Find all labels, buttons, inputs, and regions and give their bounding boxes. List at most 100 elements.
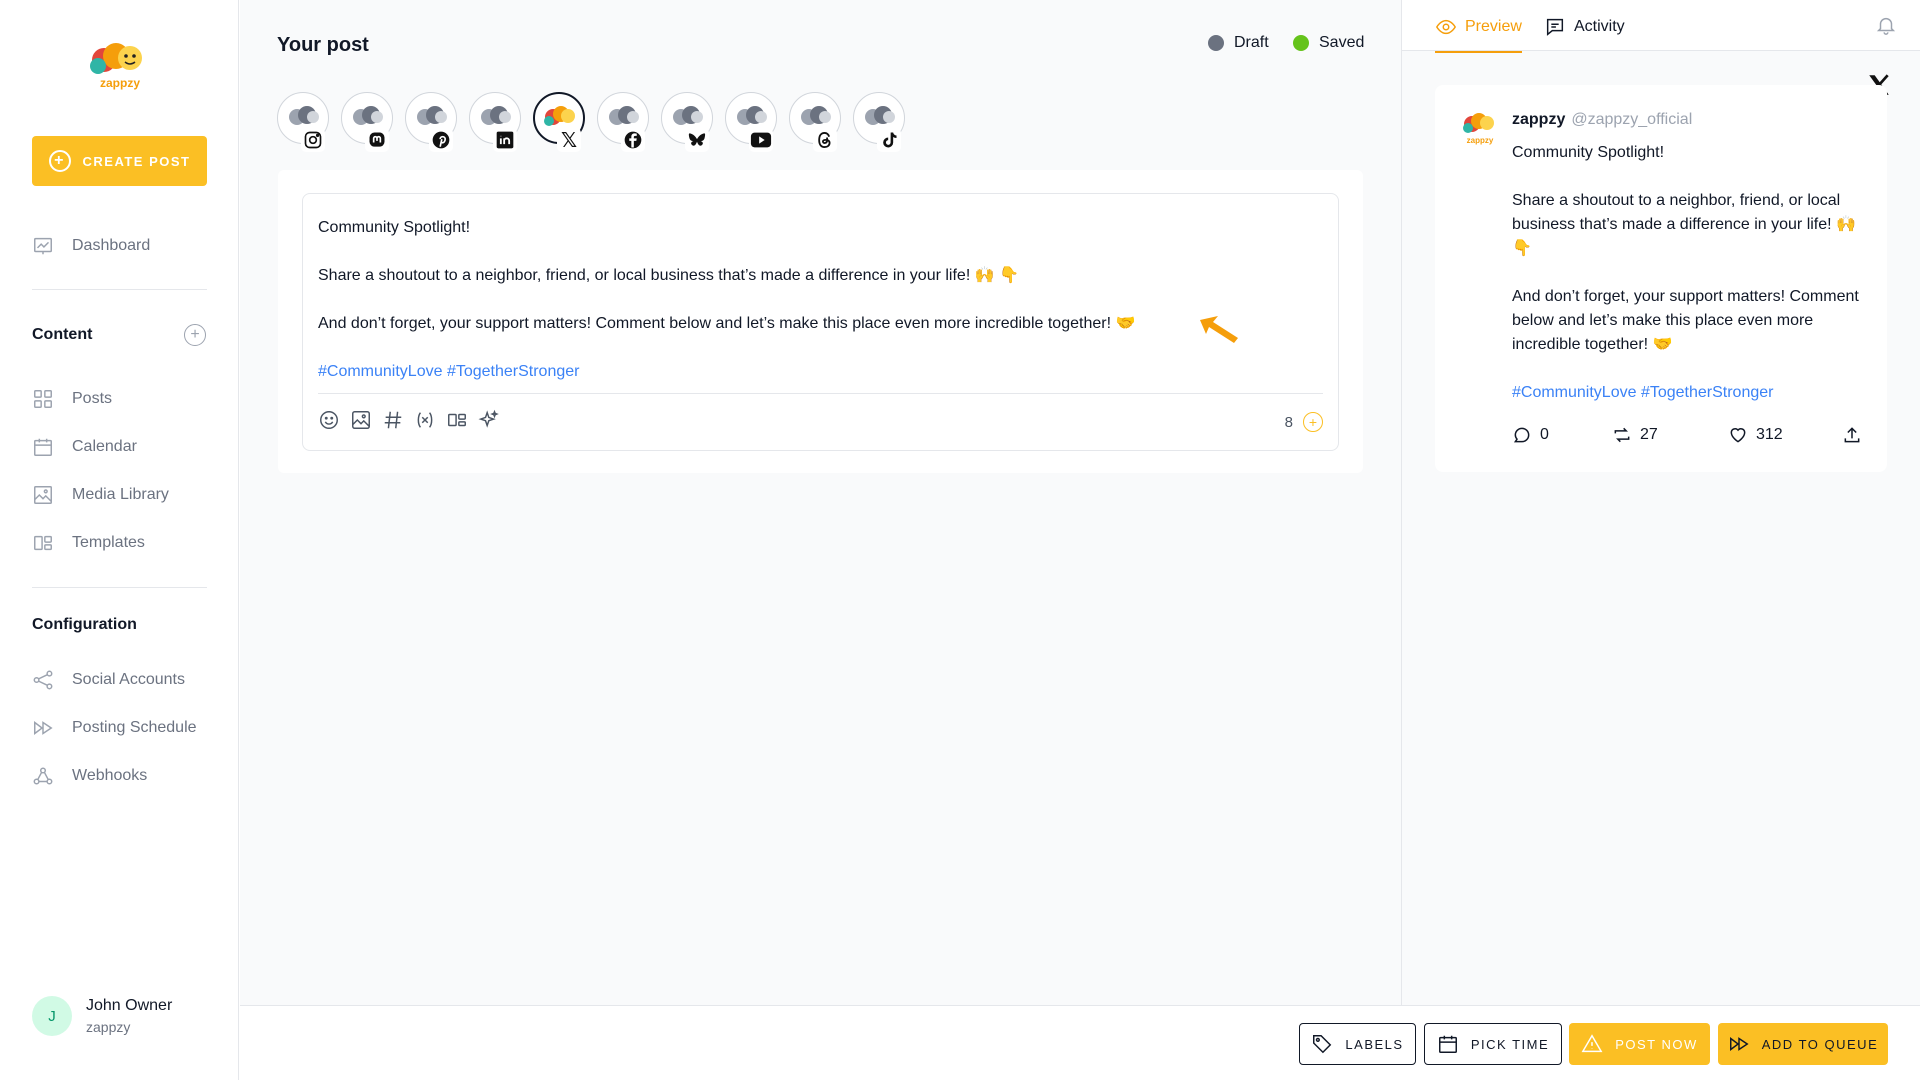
preview-panel: Preview Activity zappzy zappzy @zappzy_of…	[1401, 0, 1920, 1005]
channel-linkedin[interactable]	[469, 92, 521, 152]
preview-header: zappzy @zappzy_official	[1512, 111, 1692, 129]
post-line: Community Spotlight!	[318, 219, 471, 236]
sidebar-item-label: Media Library	[72, 486, 169, 503]
sidebar-divider	[32, 587, 207, 588]
channel-x[interactable]: 𝕏	[533, 92, 585, 152]
button-label: LABELS	[1345, 1036, 1404, 1052]
add-thread-icon[interactable]: +	[1303, 412, 1323, 432]
tab-preview[interactable]: Preview	[1435, 16, 1522, 53]
preview-actions: 0 27 312	[1512, 425, 1862, 449]
post-preview-card: zappzy zappzy @zappzy_official Community …	[1435, 85, 1887, 472]
post-editor[interactable]: Community Spotlight! Share a shoutout to…	[302, 193, 1339, 451]
sidebar-item-dashboard[interactable]: Dashboard	[32, 232, 150, 260]
bluesky-icon	[685, 128, 709, 152]
channel-threads[interactable]	[789, 92, 841, 152]
avatar: zappzy	[1460, 110, 1500, 146]
add-content-button[interactable]: +	[184, 324, 206, 346]
labels-button[interactable]: LABELS	[1299, 1023, 1416, 1065]
post-line: Share a shoutout to a neighbor, friend, …	[318, 267, 1019, 284]
channel-mastodon[interactable]	[341, 92, 393, 152]
variable-icon[interactable]	[414, 409, 436, 431]
channel-bluesky[interactable]	[661, 92, 713, 152]
tab-label: Activity	[1574, 18, 1625, 35]
pick-time-button[interactable]: PICK TIME	[1424, 1023, 1562, 1065]
reply-icon	[1513, 427, 1530, 443]
calendar-icon	[34, 438, 52, 456]
post-now-button[interactable]: POST NOW	[1569, 1023, 1710, 1065]
user-profile[interactable]: J John Owner zappzy	[32, 996, 172, 1036]
repost-count: 27	[1640, 426, 1658, 443]
user-name: John Owner	[86, 997, 173, 1014]
svg-text:zappzy: zappzy	[1467, 136, 1494, 145]
ai-sparkle-icon[interactable]	[478, 409, 500, 431]
preview-line: Share a shoutout to a neighbor, friend, …	[1512, 192, 1856, 257]
tag-icon	[1313, 1035, 1332, 1054]
saved-dot	[1293, 35, 1309, 51]
tab-activity[interactable]: Activity	[1544, 16, 1625, 51]
sidebar-item-social-accounts[interactable]: Social Accounts	[32, 666, 185, 694]
status-label: Saved	[1319, 34, 1365, 51]
like-button[interactable]: 312	[1728, 425, 1783, 445]
tiktok-icon	[877, 128, 901, 152]
channel-youtube[interactable]	[725, 92, 777, 152]
user-org: zappzy	[86, 1019, 131, 1035]
calendar-icon	[1438, 1035, 1457, 1053]
post-hashtags: #CommunityLove #TogetherStronger	[318, 363, 580, 380]
sidebar-item-media-library[interactable]: Media Library	[32, 481, 169, 509]
sidebar-item-posts[interactable]: Posts	[32, 385, 112, 413]
share-button[interactable]	[1842, 425, 1862, 445]
templates-icon	[34, 535, 52, 551]
channel-tiktok[interactable]	[853, 92, 905, 152]
sidebar-item-calendar[interactable]: Calendar	[32, 433, 137, 461]
post-text[interactable]: Community Spotlight! Share a shoutout to…	[318, 216, 1135, 408]
post-line: And don’t forget, your support matters! …	[318, 315, 1136, 332]
avatar: J	[32, 996, 72, 1036]
facebook-icon	[621, 128, 645, 152]
bottom-action-bar: LABELS PICK TIME POST NOW ADD TO QUEUE	[240, 1005, 1920, 1080]
content-section-title: Content	[32, 326, 93, 343]
status-saved: Saved	[1293, 34, 1364, 52]
sidebar-item-webhooks[interactable]: Webhooks	[32, 762, 147, 790]
char-count-value: 8	[1284, 413, 1293, 431]
channel-facebook[interactable]	[597, 92, 649, 152]
mastodon-icon	[365, 128, 389, 152]
sidebar-item-label: Dashboard	[72, 237, 151, 254]
zappzy-logo[interactable]: zappzy	[84, 36, 156, 92]
sidebar-item-posting-schedule[interactable]: Posting Schedule	[32, 714, 197, 742]
draft-dot	[1208, 35, 1224, 51]
sidebar-item-templates[interactable]: Templates	[32, 529, 145, 557]
editor-toolbar	[318, 409, 500, 431]
channel-instagram[interactable]	[277, 92, 329, 152]
editor-divider	[318, 393, 1323, 394]
grid-icon	[34, 390, 52, 408]
hashtag-icon[interactable]	[382, 409, 404, 431]
svg-text:zappzy: zappzy	[100, 76, 140, 90]
warning-icon	[1581, 1034, 1603, 1053]
eye-icon	[1435, 19, 1457, 35]
sidebar-item-label: Templates	[72, 534, 145, 551]
linkedin-icon	[493, 128, 517, 152]
preview-hashtags: #CommunityLove #TogetherStronger	[1512, 384, 1774, 401]
comment-icon	[1546, 18, 1564, 36]
sidebar-item-label: Webhooks	[72, 767, 148, 784]
channel-selector: 𝕏	[277, 92, 905, 152]
preview-line: Community Spotlight!	[1512, 144, 1665, 161]
sidebar-item-label: Social Accounts	[72, 671, 185, 688]
bell-icon[interactable]	[1875, 14, 1897, 41]
emoji-icon[interactable]	[318, 409, 340, 431]
instagram-icon	[301, 128, 325, 152]
like-count: 312	[1756, 426, 1783, 443]
reply-button[interactable]: 0	[1512, 425, 1549, 445]
sidebar-item-label: Posts	[72, 390, 113, 407]
configuration-section-title: Configuration	[32, 616, 137, 633]
channel-pinterest[interactable]	[405, 92, 457, 152]
create-post-button[interactable]: + CREATE POST	[32, 136, 207, 186]
repost-button[interactable]: 27	[1612, 425, 1658, 445]
add-to-queue-button[interactable]: ADD TO QUEUE	[1718, 1023, 1888, 1065]
post-editor-area: Your post Draft Saved 𝕏 Community Spotli…	[240, 0, 1401, 1005]
image-icon[interactable]	[350, 409, 372, 431]
button-label: ADD TO QUEUE	[1761, 1036, 1879, 1052]
templates-icon[interactable]	[446, 409, 468, 431]
preview-tabs: Preview Activity	[1402, 0, 1920, 53]
x-icon: 𝕏	[557, 128, 581, 152]
